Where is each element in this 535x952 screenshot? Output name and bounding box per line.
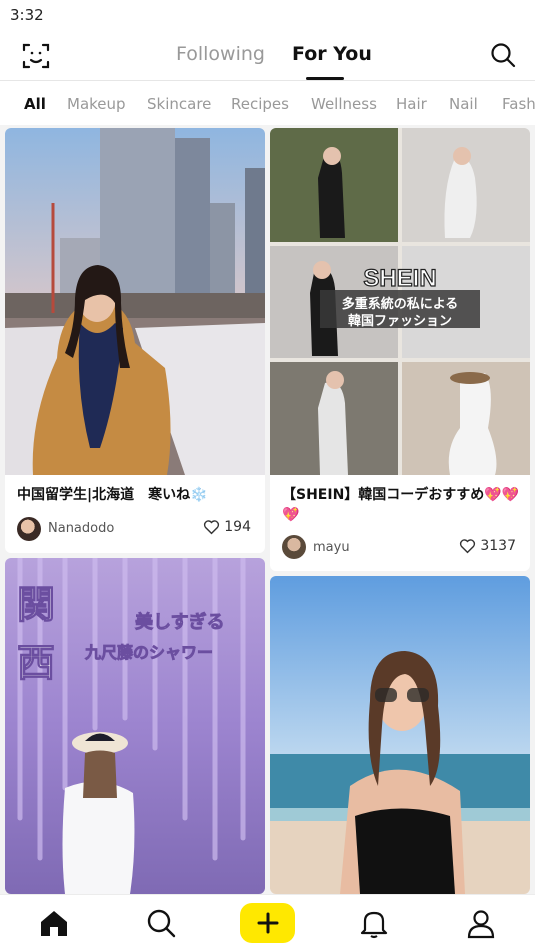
overlay-brand-text: SHEIN bbox=[363, 265, 436, 292]
post-title[interactable]: 中国留学生|北海道 寒いね❄️ bbox=[17, 485, 255, 505]
overlay-caption-line2: 九尺藤のシャワー bbox=[84, 643, 213, 662]
face-scan-icon[interactable] bbox=[20, 40, 52, 72]
create-post-button[interactable] bbox=[240, 903, 295, 943]
heart-icon bbox=[460, 539, 476, 554]
category-bar: All Makeup Skincare Recipes Wellness Hai… bbox=[0, 81, 535, 125]
category-makeup[interactable]: Makeup bbox=[67, 95, 126, 113]
post-image[interactable] bbox=[5, 128, 265, 475]
like-count: 194 bbox=[224, 519, 251, 535]
home-icon[interactable] bbox=[38, 907, 70, 939]
overlay-title-kan: 関 bbox=[17, 583, 55, 627]
feed-card[interactable] bbox=[270, 576, 530, 894]
overlay-caption-line1: 多重系統の私による bbox=[342, 296, 459, 312]
like-button[interactable]: 3137 bbox=[459, 538, 516, 554]
author-avatar[interactable] bbox=[282, 535, 306, 559]
overlay-title-sai: 西 bbox=[17, 641, 55, 685]
category-wellness[interactable]: Wellness bbox=[311, 95, 377, 113]
author-avatar[interactable] bbox=[17, 517, 41, 541]
top-bar: Following For You bbox=[0, 32, 535, 80]
post-image[interactable]: SHEIN 多重系統の私による 韓国ファッション bbox=[270, 128, 530, 475]
search-icon[interactable] bbox=[489, 41, 517, 69]
post-image[interactable]: 関 西 美しすぎる 九尺藤のシャワー bbox=[5, 558, 265, 894]
category-recipes[interactable]: Recipes bbox=[231, 95, 289, 113]
profile-icon[interactable] bbox=[465, 907, 497, 939]
feed-card[interactable]: 関 西 美しすぎる 九尺藤のシャワー bbox=[5, 558, 265, 894]
category-skincare[interactable]: Skincare bbox=[147, 95, 211, 113]
author-name[interactable]: mayu bbox=[313, 540, 350, 555]
feed-card[interactable]: SHEIN 多重系統の私による 韓国ファッション 【SHEIN】韓国コーデおすす… bbox=[270, 128, 530, 571]
category-fashion[interactable]: Fash bbox=[502, 95, 535, 113]
search-icon[interactable] bbox=[145, 907, 177, 939]
category-all[interactable]: All bbox=[24, 95, 46, 113]
tab-for-you[interactable]: For You bbox=[292, 43, 372, 65]
status-time: 3:32 bbox=[10, 6, 44, 24]
author-name[interactable]: Nanadodo bbox=[48, 521, 114, 536]
tab-following[interactable]: Following bbox=[176, 43, 265, 65]
post-title[interactable]: 【SHEIN】韓国コーデおすすめ💖💖💖 bbox=[282, 485, 520, 525]
feed-card[interactable]: 中国留学生|北海道 寒いね❄️ Nanadodo 194 bbox=[5, 128, 265, 553]
status-bar: 3:32 bbox=[0, 0, 535, 32]
overlay-caption-line1: 美しすぎる bbox=[135, 611, 225, 633]
like-button[interactable]: 194 bbox=[203, 519, 251, 535]
category-hair[interactable]: Hair bbox=[396, 95, 427, 113]
heart-icon bbox=[204, 520, 220, 535]
overlay-caption-line2: 韓国ファッション bbox=[348, 313, 452, 329]
notifications-bell-icon[interactable] bbox=[358, 907, 390, 939]
bottom-nav bbox=[0, 894, 535, 952]
like-count: 3137 bbox=[480, 538, 516, 554]
post-image[interactable] bbox=[270, 576, 530, 894]
category-nail[interactable]: Nail bbox=[449, 95, 478, 113]
create-plus-icon bbox=[257, 912, 278, 934]
